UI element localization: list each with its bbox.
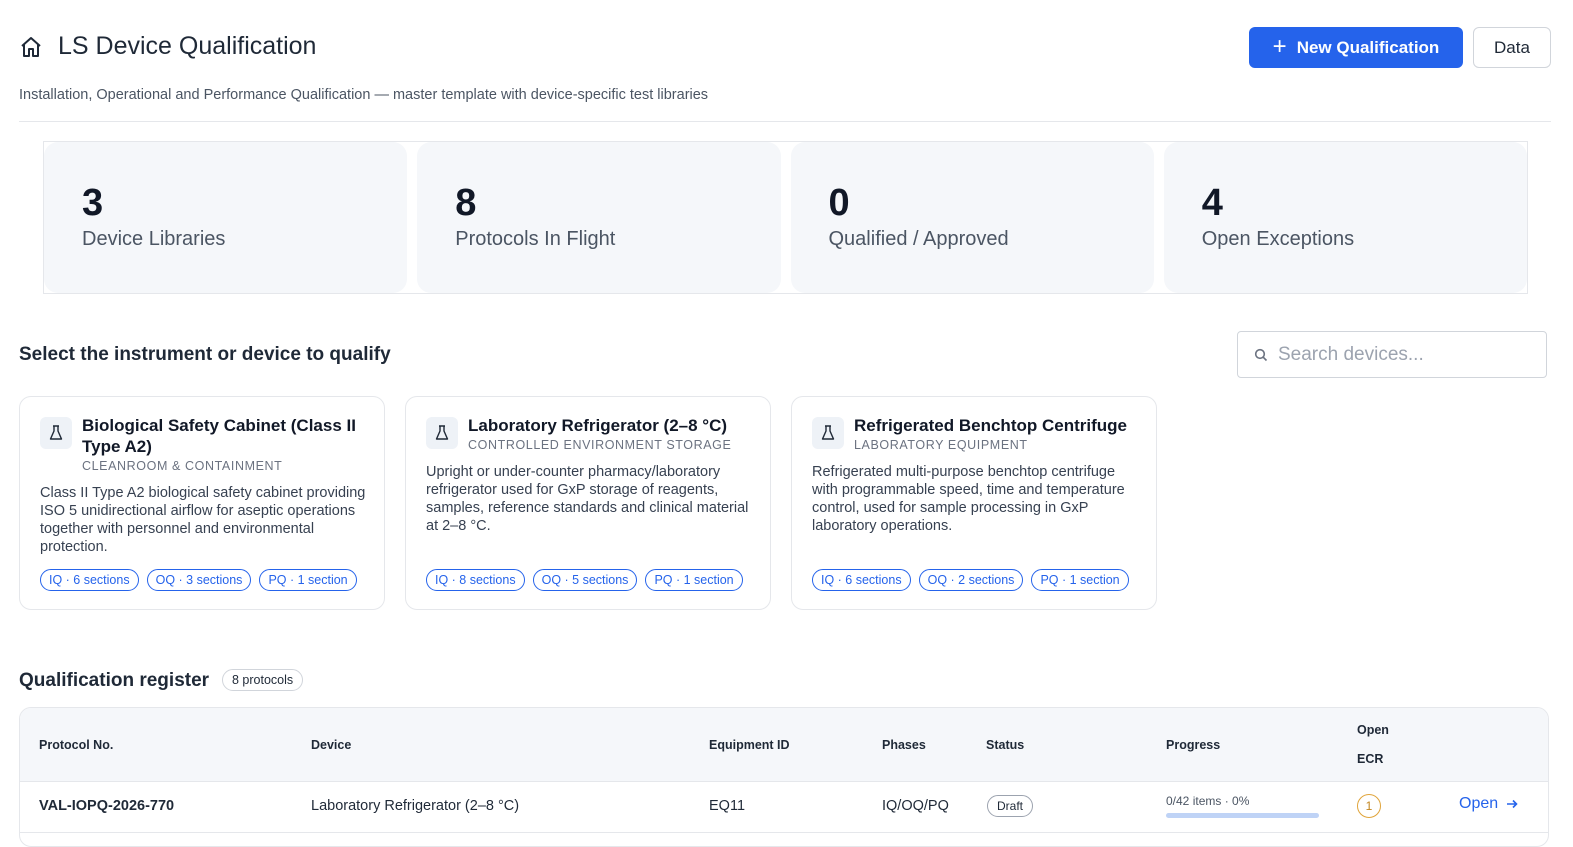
arrow-right-icon [1507, 799, 1518, 809]
column-device: Device [311, 738, 352, 752]
device-category: CLEANROOM & CONTAINMENT [82, 459, 283, 473]
device-description: Upright or under-counter pharmacy/labora… [426, 464, 749, 534]
chip-pq: PQ · 1 section [1031, 569, 1129, 591]
device-section-title: Select the instrument or device to quali… [19, 344, 391, 365]
chip-iq: IQ · 6 sections [40, 569, 139, 591]
device-description: Class II Type A2 biological safety cabin… [40, 485, 366, 555]
open-protocol-link[interactable]: Open [1459, 795, 1518, 813]
column-progress: Progress [1166, 738, 1221, 752]
device-card-biosafety-cabinet[interactable]: Biological Safety Cabinet (Class II Type… [19, 396, 385, 610]
column-protocol: Protocol No. [39, 738, 114, 752]
status-badge: Draft [987, 795, 1034, 817]
chip-oq: OQ · 5 sections [532, 569, 638, 591]
page-title: LS Device Qualification [58, 32, 317, 60]
stat-open-exceptions: 4 Open Exceptions [1163, 142, 1527, 293]
table-header: Protocol No. Device Equipment ID Phases … [20, 708, 1548, 782]
stat-value: 0 [828, 182, 850, 224]
open-ecr-count: 1 [1357, 794, 1381, 818]
progress-bar [1166, 813, 1319, 818]
protocol-count-badge: 8 protocols [222, 669, 304, 691]
chip-pq: PQ · 1 section [259, 569, 357, 591]
phase-chips: IQ · 8 sections OQ · 5 sections PQ · 1 s… [426, 569, 743, 591]
device-name: Refrigerated Benchtop Centrifuge [854, 416, 1127, 435]
phases: IQ/OQ/PQ [882, 798, 949, 814]
stat-protocols-in-flight: 8 Protocols In Flight [417, 142, 781, 293]
page-header: LS Device Qualification + New Qualificat… [19, 27, 1551, 68]
stats-panel: 3 Device Libraries 8 Protocols In Flight… [43, 141, 1528, 294]
flask-icon [426, 417, 458, 449]
stat-device-libraries: 3 Device Libraries [44, 142, 408, 293]
search-icon [1254, 348, 1268, 361]
stat-label: Device Libraries [82, 228, 226, 250]
column-open-ecr-line2: ECR [1357, 752, 1384, 766]
flask-icon [40, 417, 72, 449]
new-qualification-button[interactable]: + New Qualification [1249, 27, 1463, 68]
new-qualification-label: New Qualification [1296, 37, 1440, 57]
device-search[interactable] [1237, 331, 1547, 378]
phase-chips: IQ · 6 sections OQ · 2 sections PQ · 1 s… [812, 569, 1129, 591]
protocol-number: VAL-IOPQ-2026-770 [39, 798, 175, 814]
table-row[interactable]: VAL-IOPQ-2026-770 Laboratory Refrigerato… [20, 782, 1548, 833]
register-title: Qualification register [19, 670, 210, 691]
plus-icon: + [1272, 32, 1287, 60]
chip-pq: PQ · 1 section [645, 569, 743, 591]
page-subtitle: Installation, Operational and Performanc… [19, 87, 709, 103]
equipment-id: EQ11 [709, 798, 746, 814]
data-button[interactable]: Data [1473, 27, 1551, 68]
chip-oq: OQ · 2 sections [918, 569, 1024, 591]
column-equipment-id: Equipment ID [709, 738, 790, 752]
chip-iq: IQ · 8 sections [426, 569, 525, 591]
column-open-ecr-line1: Open [1357, 723, 1389, 737]
stat-label: Open Exceptions [1201, 228, 1355, 250]
device-card-benchtop-centrifuge[interactable]: Refrigerated Benchtop Centrifuge LABORAT… [791, 396, 1157, 610]
row-device: Laboratory Refrigerator (2–8 °C) [311, 798, 520, 814]
chip-oq: OQ · 3 sections [146, 569, 252, 591]
device-category: LABORATORY EQUIPMENT [854, 438, 1028, 452]
flask-icon [812, 417, 844, 449]
device-card-lab-refrigerator[interactable]: Laboratory Refrigerator (2–8 °C) CONTROL… [405, 396, 771, 610]
column-phases: Phases [882, 738, 926, 752]
device-name: Biological Safety Cabinet (Class II Type… [82, 416, 356, 456]
stat-value: 8 [455, 182, 477, 224]
home-icon[interactable] [19, 35, 43, 59]
stat-value: 3 [82, 182, 104, 224]
stat-label: Protocols In Flight [455, 228, 616, 250]
open-label: Open [1459, 795, 1499, 812]
qualification-register-table: Protocol No. Device Equipment ID Phases … [19, 707, 1549, 847]
device-category: CONTROLLED ENVIRONMENT STORAGE [468, 438, 732, 452]
device-name: Laboratory Refrigerator (2–8 °C) [468, 416, 728, 435]
phase-chips: IQ · 6 sections OQ · 3 sections PQ · 1 s… [40, 569, 357, 591]
chip-iq: IQ · 6 sections [812, 569, 911, 591]
header-divider [19, 121, 1551, 122]
stat-value: 4 [1201, 182, 1223, 224]
stat-label: Qualified / Approved [828, 228, 1009, 250]
column-status: Status [986, 738, 1025, 752]
search-input[interactable] [1276, 342, 1520, 367]
device-description: Refrigerated multi-purpose benchtop cent… [812, 464, 1125, 534]
stat-qualified-approved: 0 Qualified / Approved [790, 142, 1154, 293]
progress-text: 0/42 items · 0% [1166, 794, 1250, 808]
device-cards: Biological Safety Cabinet (Class II Type… [19, 396, 1157, 610]
